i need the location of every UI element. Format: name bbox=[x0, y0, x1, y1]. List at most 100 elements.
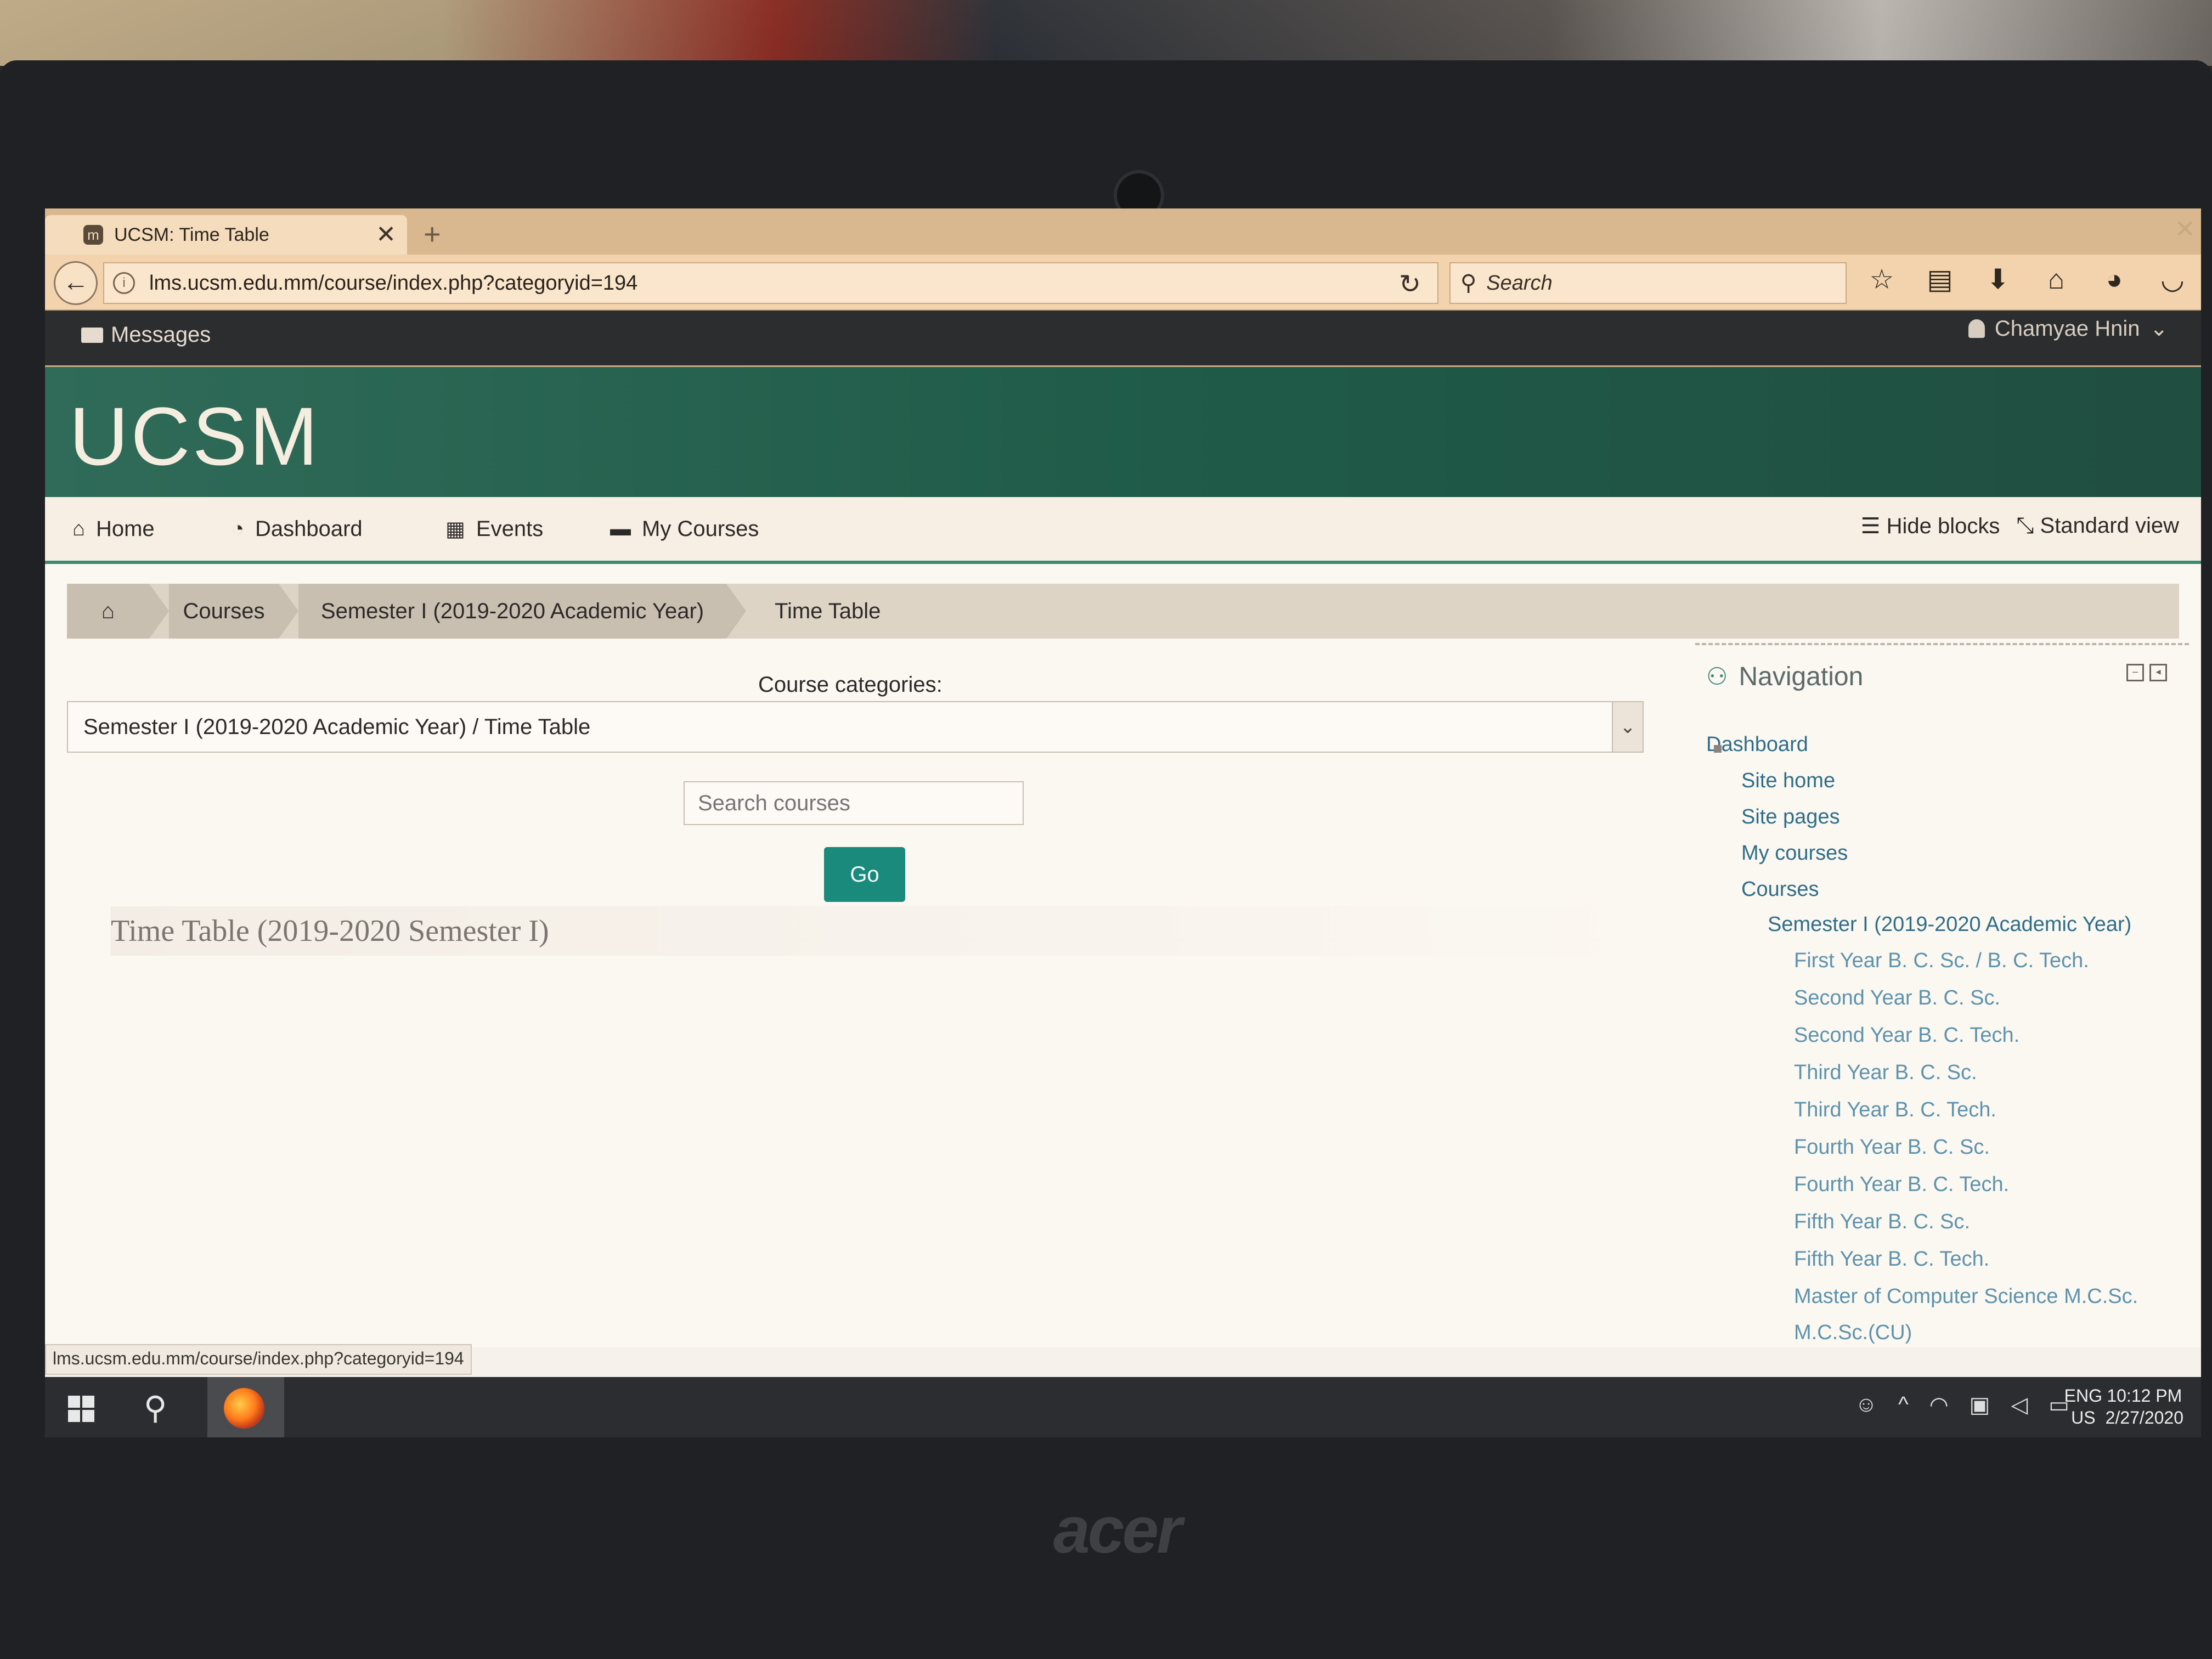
nav-dashboard[interactable]: ◔ Dashboard bbox=[232, 517, 363, 541]
reload-icon[interactable]: ↻ bbox=[1399, 269, 1421, 300]
breadcrumb-semester[interactable]: Semester I (2019-2020 Academic Year) bbox=[298, 584, 726, 639]
nav-home[interactable]: ⌂ Home bbox=[72, 517, 155, 541]
chevron-down-icon[interactable]: ⌄ bbox=[1612, 702, 1643, 752]
nav-tree-course[interactable]: M.C.Sc.(CU) bbox=[1794, 1321, 1912, 1345]
course-categories-label: Course categories: bbox=[758, 673, 943, 697]
nav-tree-course[interactable]: Fifth Year B. C. Tech. bbox=[1794, 1248, 1989, 1271]
laptop-screen: m UCSM: Time Table ✕ + ✕ ← i lms.ucsm.ed… bbox=[45, 208, 2201, 1437]
site-brand[interactable]: UCSM bbox=[69, 389, 320, 484]
messages-label: Messages bbox=[111, 323, 211, 347]
language-indicator[interactable]: ENG US bbox=[2064, 1385, 2102, 1429]
browser-search-box[interactable]: ⚲ Search bbox=[1449, 262, 1847, 304]
navigation-block-title: ⚇ Navigation bbox=[1706, 662, 1863, 692]
user-name: Chamyae Hnin bbox=[1994, 316, 2140, 341]
course-category-select[interactable]: Semester I (2019-2020 Academic Year) / T… bbox=[67, 701, 1644, 753]
nav-tree-course[interactable]: Master of Computer Science M.C.Sc. bbox=[1794, 1285, 2138, 1308]
nav-tree-course[interactable]: Third Year B. C. Sc. bbox=[1794, 1061, 1977, 1085]
taskbar-search-icon[interactable]: ⚲ bbox=[144, 1389, 167, 1426]
breadcrumb-home[interactable]: ⌂ bbox=[67, 584, 149, 639]
user-icon bbox=[1968, 319, 1985, 338]
browser-tab-active[interactable]: m UCSM: Time Table ✕ bbox=[45, 215, 407, 255]
windows-start-icon[interactable] bbox=[68, 1396, 94, 1422]
messages-link[interactable]: Messages bbox=[81, 323, 211, 347]
window-close-icon[interactable]: ✕ bbox=[2174, 214, 2196, 244]
dock-block-icon[interactable]: ◂ bbox=[2149, 664, 2167, 681]
background-surface bbox=[0, 0, 2212, 66]
browser-tab-bar: m UCSM: Time Table ✕ + ✕ bbox=[45, 208, 2201, 255]
back-button[interactable]: ← bbox=[54, 261, 98, 305]
navigation-block: ⚇ Navigation – ◂ Dashboard Site home Sit… bbox=[1695, 643, 2189, 1358]
nav-tree-course[interactable]: First Year B. C. Sc. / B. C. Tech. bbox=[1794, 949, 2089, 973]
windows-taskbar: ⚲ ☺ ^ ◠ ▣ ◁ ▭ ENG US 10:12 PM 2/27/2020 bbox=[45, 1377, 2201, 1437]
moodle-favicon-icon: m bbox=[83, 225, 103, 245]
breadcrumb-separator bbox=[279, 584, 298, 639]
tab-close-icon[interactable]: ✕ bbox=[376, 223, 396, 247]
tab-title: UCSM: Time Table bbox=[114, 224, 269, 245]
selected-category: Semester I (2019-2020 Academic Year) / T… bbox=[83, 714, 591, 739]
chevron-down-icon: ⌄ bbox=[2149, 317, 2168, 341]
nav-dashboard-label: Dashboard bbox=[255, 517, 363, 541]
sitemap-icon: ⚇ bbox=[1706, 663, 1728, 690]
standard-view-link[interactable]: ⤡ Standard view bbox=[2016, 514, 2179, 539]
go-button[interactable]: Go bbox=[824, 847, 905, 902]
chevron-up-icon[interactable]: ^ bbox=[1898, 1392, 1909, 1418]
nav-tree-course[interactable]: Second Year B. C. Tech. bbox=[1794, 1024, 2019, 1047]
wifi-icon[interactable]: ◠ bbox=[1929, 1392, 1949, 1418]
nav-events-label: Events bbox=[476, 517, 544, 541]
nav-tree-course[interactable]: Third Year B. C. Tech. bbox=[1794, 1098, 1996, 1122]
dashboard-icon: ◔ bbox=[232, 517, 244, 540]
breadcrumb-separator bbox=[149, 584, 169, 639]
search-icon: ⚲ bbox=[1460, 271, 1477, 295]
search-courses-input[interactable] bbox=[684, 781, 1024, 825]
nav-tree-courses[interactable]: Courses bbox=[1741, 878, 1819, 901]
nav-tree-site-home[interactable]: Site home bbox=[1741, 769, 1835, 793]
volume-icon[interactable]: ◁ bbox=[2011, 1392, 2028, 1418]
language-code: ENG bbox=[2064, 1386, 2102, 1406]
main-navigation: ⌂ Home ◔ Dashboard ▦ Events ▬ My Courses… bbox=[45, 497, 2201, 564]
laptop-logo: acer bbox=[1053, 1493, 1182, 1567]
nav-tree-semester[interactable]: Semester I (2019-2020 Academic Year) bbox=[1768, 913, 2131, 936]
nav-my-courses[interactable]: ▬ My Courses bbox=[610, 517, 759, 541]
breadcrumb-current: Time Table bbox=[775, 599, 881, 623]
clock-date: 2/27/2020 bbox=[2105, 1408, 2183, 1427]
navigation-title-text: Navigation bbox=[1739, 662, 1864, 691]
nav-tree-course[interactable]: Fifth Year B. C. Sc. bbox=[1794, 1210, 1970, 1234]
site-info-icon[interactable]: i bbox=[113, 272, 135, 294]
hide-blocks-label: Hide blocks bbox=[1886, 514, 2000, 538]
nav-tree-course[interactable]: Fourth Year B. C. Tech. bbox=[1794, 1173, 2009, 1197]
bookmarks-list-icon[interactable]: ▤ bbox=[1925, 263, 1955, 295]
hide-blocks-link[interactable]: ☰ Hide blocks bbox=[1861, 514, 2000, 539]
site-header: UCSM bbox=[45, 367, 2201, 497]
taskbar-clock[interactable]: 10:12 PM 2/27/2020 bbox=[2106, 1385, 2183, 1429]
address-bar[interactable]: i lms.ucsm.edu.mm/course/index.php?categ… bbox=[103, 262, 1438, 304]
nav-events[interactable]: ▦ Events bbox=[445, 517, 543, 541]
category-heading[interactable]: Time Table (2019-2020 Semester I) bbox=[111, 906, 1647, 956]
user-menu[interactable]: Chamyae Hnin ⌄ bbox=[1968, 316, 2168, 341]
new-tab-button[interactable]: + bbox=[424, 217, 441, 251]
nav-tree-site-pages[interactable]: Site pages bbox=[1741, 805, 1840, 829]
nav-home-label: Home bbox=[95, 517, 155, 541]
people-icon[interactable]: ☺ bbox=[1855, 1392, 1877, 1418]
home-icon[interactable]: ⌂ bbox=[2041, 263, 2072, 295]
nav-tree-course[interactable]: Second Year B. C. Sc. bbox=[1794, 986, 2000, 1010]
breadcrumb-separator bbox=[726, 584, 746, 639]
home-icon: ⌂ bbox=[101, 599, 115, 623]
firefox-icon bbox=[224, 1388, 264, 1429]
collapse-block-icon[interactable]: – bbox=[2126, 664, 2144, 681]
home-icon: ⌂ bbox=[72, 517, 85, 540]
downloads-icon[interactable]: ⬇ bbox=[1983, 263, 2013, 295]
list-icon: ☰ bbox=[1860, 514, 1887, 538]
chat-icon[interactable]: ◕ bbox=[2099, 263, 2130, 295]
taskbar-firefox[interactable] bbox=[207, 1377, 284, 1437]
system-tray: ☺ ^ ◠ ▣ ◁ ▭ bbox=[1855, 1392, 2069, 1418]
breadcrumb-courses[interactable]: Courses bbox=[169, 584, 279, 639]
calendar-icon: ▦ bbox=[445, 518, 465, 541]
compress-icon: ⤡ bbox=[2016, 514, 2040, 538]
nav-tree-my-courses[interactable]: My courses bbox=[1741, 842, 1848, 865]
briefcase-icon: ▬ bbox=[610, 517, 631, 540]
nav-tree-course[interactable]: Fourth Year B. C. Sc. bbox=[1794, 1136, 1990, 1159]
bookmark-star-icon[interactable]: ☆ bbox=[1866, 263, 1897, 295]
page-display-controls: ☰ Hide blocks ⤡ Standard view bbox=[1861, 514, 2179, 539]
pocket-icon[interactable]: ◡ bbox=[2157, 263, 2188, 295]
security-icon[interactable]: ▣ bbox=[1970, 1392, 1990, 1418]
